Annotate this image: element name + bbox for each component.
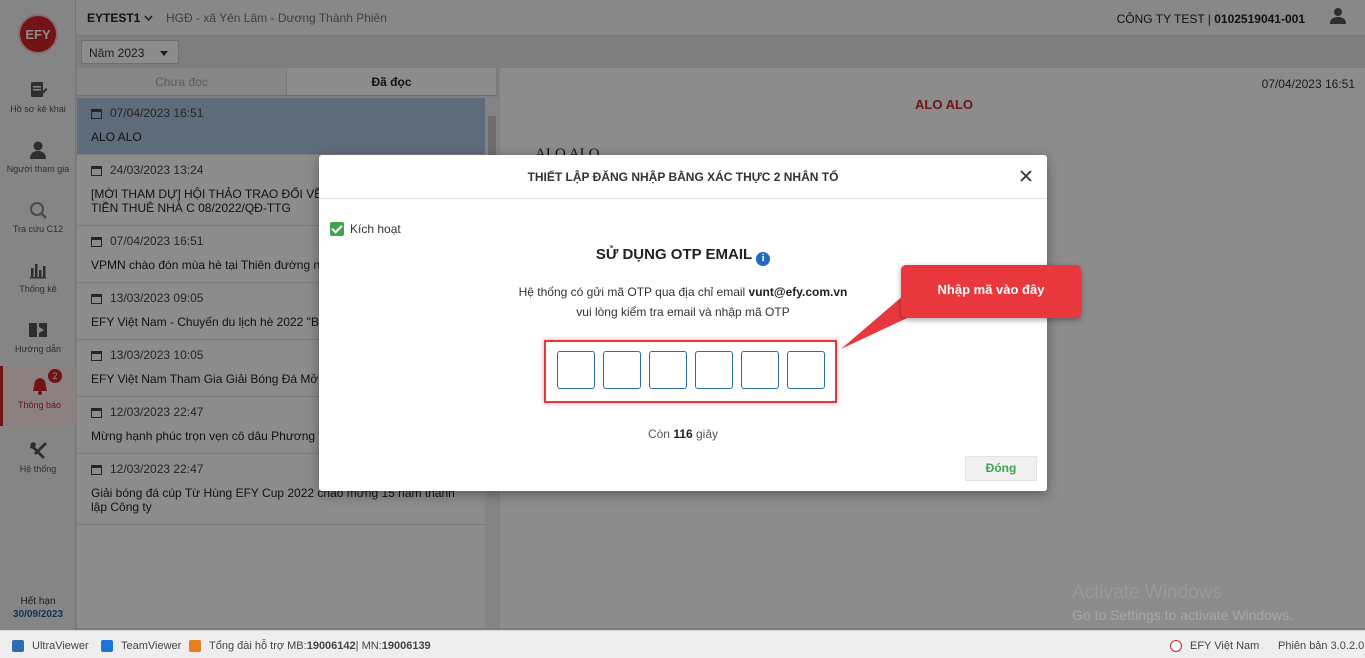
hotline-mb: 19006142 — [306, 640, 356, 652]
callout-annotation: Nhập mã vào đây — [901, 265, 1081, 318]
otp-digit-3[interactable] — [649, 351, 687, 389]
windows-activation-subtitle: Go to Settings to activate Windows. — [1072, 607, 1293, 623]
otp-digit-4[interactable] — [695, 351, 733, 389]
hotline-mn: 19006139 — [381, 640, 431, 652]
close-icon[interactable] — [1019, 169, 1033, 183]
otp-digit-6[interactable] — [787, 351, 825, 389]
otp-instruction-prefix: Hệ thống có gửi mã OTP qua địa chỉ email — [518, 285, 749, 299]
teamviewer-icon — [101, 640, 113, 652]
otp-digit-1[interactable] — [557, 351, 595, 389]
hotline-prefix: Tổng đài hỗ trợ MB: — [209, 640, 307, 652]
countdown-value: 116 — [673, 427, 693, 441]
teamviewer-link[interactable]: TeamViewer — [101, 640, 181, 652]
countdown-suffix: giây — [692, 427, 719, 441]
otp-digit-5[interactable] — [741, 351, 779, 389]
otp-email: vunt@efy.com.vn — [748, 285, 848, 299]
ultraviewer-link[interactable]: UltraViewer — [12, 640, 89, 652]
hotline-info: Tổng đài hỗ trợ MB: 19006142 | MN: 19006… — [189, 640, 431, 652]
ultraviewer-label: UltraViewer — [32, 640, 89, 652]
otp-input-group — [544, 340, 837, 403]
info-icon[interactable]: i — [756, 252, 771, 266]
dialog-header: THIẾT LẬP ĐĂNG NHẬP BẰNG XÁC THỰC 2 NHÂN… — [319, 155, 1047, 199]
otp-digit-2[interactable] — [603, 351, 641, 389]
two-factor-dialog: THIẾT LẬP ĐĂNG NHẬP BẰNG XÁC THỰC 2 NHÂN… — [319, 155, 1047, 491]
teamviewer-label: TeamViewer — [121, 640, 182, 652]
brand-info: EFY Việt Nam — [1170, 640, 1259, 652]
activate-checkbox[interactable]: Kích hoạt — [330, 222, 401, 236]
hotline-sep: | MN: — [355, 640, 382, 652]
checkbox-checked-icon — [330, 222, 344, 236]
otp-heading-text: SỬ DỤNG OTP EMAIL — [595, 246, 753, 263]
windows-activation-title: Activate Windows — [1072, 582, 1222, 603]
otp-countdown: Còn 116 giây — [319, 427, 1047, 441]
close-button[interactable]: Đóng — [965, 456, 1037, 481]
efy-small-logo-icon — [1170, 640, 1182, 652]
activate-label: Kích hoạt — [350, 222, 401, 236]
version-label: Phiên bản 3.0.2.0 — [1278, 640, 1365, 652]
brand-label: EFY Việt Nam — [1190, 640, 1260, 652]
countdown-prefix: Còn — [647, 427, 674, 441]
footer-bar: UltraViewer TeamViewer Tổng đài hỗ trợ M… — [0, 630, 1365, 658]
otp-heading: SỬ DỤNG OTP EMAIL i — [319, 246, 1047, 266]
ultraviewer-icon — [12, 640, 24, 652]
dialog-title: THIẾT LẬP ĐĂNG NHẬP BẰNG XÁC THỰC 2 NHÂN… — [527, 170, 839, 184]
phone-icon — [189, 640, 201, 652]
